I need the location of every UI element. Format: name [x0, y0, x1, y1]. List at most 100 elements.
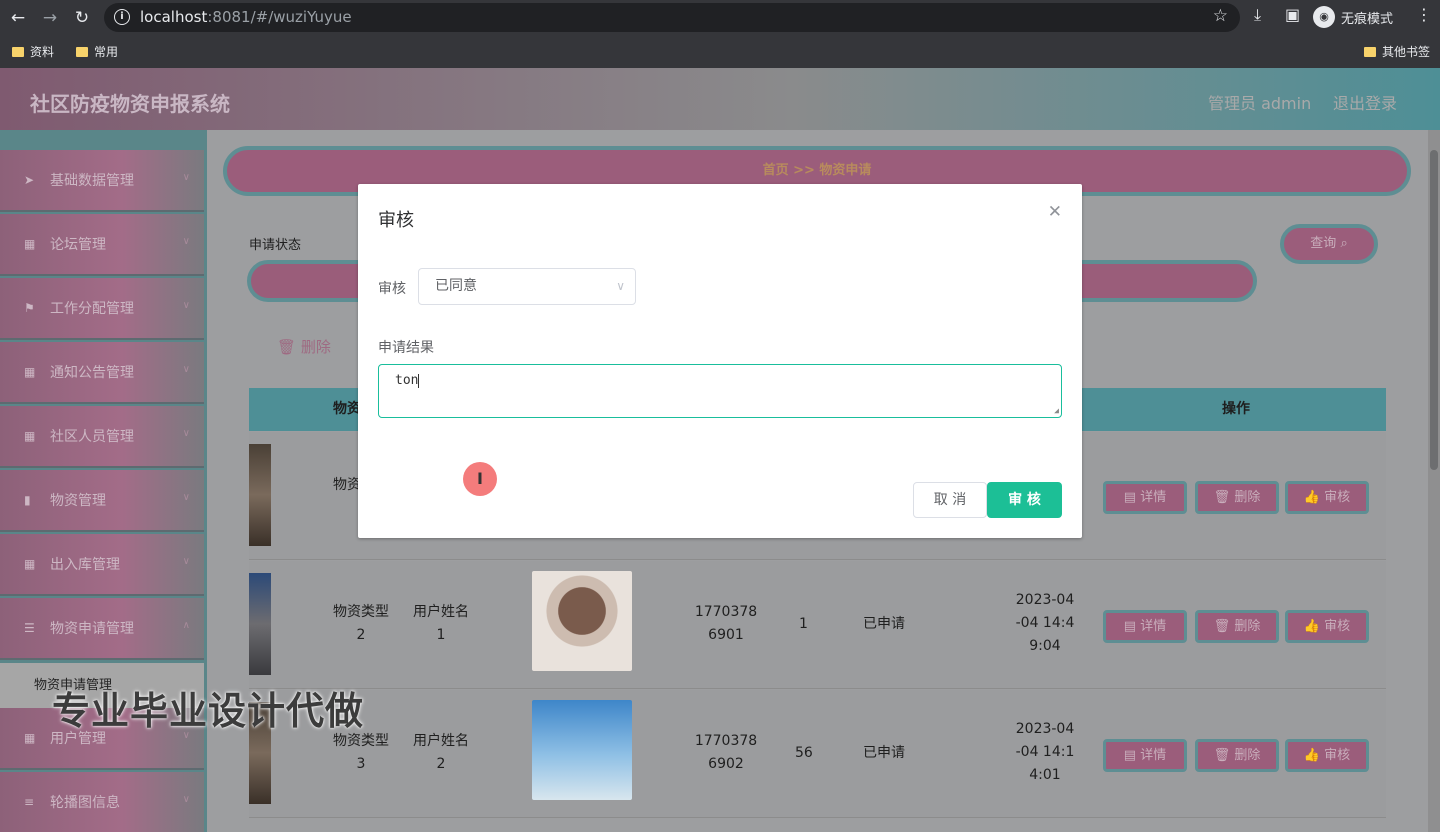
- app-header: 社区防疫物资申报系统 管理员 admin 退出登录: [0, 68, 1440, 130]
- thumb-icon: 👍: [1303, 490, 1321, 505]
- doc-icon: ▤: [1123, 490, 1137, 505]
- watermark: 专业毕业设计代做: [52, 689, 365, 733]
- chevron-down-icon: ∨: [182, 556, 190, 567]
- doc-icon: ▤: [1123, 619, 1137, 634]
- review-button[interactable]: 👍 审核: [1285, 739, 1369, 772]
- grid-icon: ▦: [24, 557, 36, 571]
- chevron-down-icon: ∨: [182, 364, 190, 375]
- resize-handle-icon[interactable]: ◢: [1054, 406, 1059, 415]
- sidebar-item-carousel[interactable]: ≡ 轮播图信息 ∨: [0, 772, 204, 832]
- url-text: localhost:8081/#/wuziYuyue: [140, 8, 352, 26]
- incognito-indicator[interactable]: ◉ 无痕模式: [1313, 5, 1393, 29]
- folder-icon: [76, 46, 88, 57]
- chevron-down-icon: ∨: [182, 236, 190, 247]
- grid-icon: ▦: [24, 429, 36, 443]
- chevron-down-icon: ∨: [616, 279, 625, 293]
- table-row: 物资类型3 用户姓名2 17703786902 56 已申请 2023-04-0…: [249, 690, 1386, 818]
- result-label: 申请结果: [378, 340, 434, 356]
- browser-menu-icon[interactable]: ⋮: [1416, 5, 1432, 24]
- sidebar-item-work[interactable]: ⚑ 工作分配管理 ∨: [0, 278, 204, 340]
- row-status: 已申请: [863, 616, 905, 632]
- confirm-review-button[interactable]: 审 核: [987, 482, 1062, 518]
- bookmark-folder[interactable]: 常用: [76, 43, 118, 60]
- column-header: 操作: [1222, 401, 1250, 417]
- row-avatar-image: [532, 700, 632, 800]
- bar-chart-icon: ▮: [24, 493, 31, 507]
- delete-button[interactable]: 🗑 删除: [1195, 739, 1279, 772]
- sidebar-item-supply-requests[interactable]: ☰ 物资申请管理 ∧: [0, 598, 204, 660]
- app-title: 社区防疫物资申报系统: [30, 92, 230, 116]
- bookmarks-bar: 资料 常用 其他书签: [0, 37, 1440, 65]
- cancel-button[interactable]: 取 消: [913, 482, 987, 518]
- trash-icon: 🗑: [1213, 619, 1231, 634]
- review-button[interactable]: 👍 审核: [1285, 610, 1369, 643]
- folder-icon: [12, 46, 24, 57]
- detail-button[interactable]: ▤ 详情: [1103, 610, 1187, 643]
- review-select[interactable]: 已同意 ∨: [418, 268, 636, 305]
- back-icon[interactable]: ←: [6, 6, 30, 30]
- sidebar-item-notice[interactable]: ▦ 通知公告管理 ∨: [0, 342, 204, 404]
- menu-icon: ≡: [24, 795, 35, 809]
- sidebar-item-inout[interactable]: ▦ 出入库管理 ∨: [0, 534, 204, 596]
- review-button[interactable]: 👍 审核: [1285, 481, 1369, 514]
- row-status: 已申请: [863, 745, 905, 761]
- chevron-up-icon: ∧: [182, 620, 190, 631]
- trash-icon: 🗑: [277, 338, 297, 356]
- trash-icon: 🗑: [1213, 490, 1231, 505]
- logout-link[interactable]: 退出登录: [1333, 90, 1397, 114]
- grid-icon: ▦: [24, 237, 36, 251]
- app: 社区防疫物资申报系统 管理员 admin 退出登录 ➤ 基础数据管理 ∨ ▦ 论坛管理…: [0, 68, 1440, 832]
- row-type: 物资类型3: [333, 733, 389, 772]
- row-count: 1: [799, 616, 808, 632]
- scrollbar-thumb[interactable]: [1430, 150, 1438, 470]
- text-cursor-icon: I: [463, 462, 497, 496]
- other-bookmarks[interactable]: 其他书签: [1364, 43, 1430, 60]
- sidebar-item-supplies[interactable]: ▮ 物资管理 ∨: [0, 470, 204, 532]
- row-image: [249, 444, 271, 546]
- detail-button[interactable]: ▤ 详情: [1103, 481, 1187, 514]
- delete-button[interactable]: 🗑 删除: [1195, 481, 1279, 514]
- page-scrollbar[interactable]: [1428, 130, 1440, 832]
- row-avatar-image: [532, 571, 632, 671]
- review-label: 审核: [378, 281, 406, 297]
- browser-chrome: ← → ↻ i localhost:8081/#/wuziYuyue ☆ ⤓ ▣…: [0, 0, 1440, 68]
- grid-icon: ▦: [24, 731, 36, 745]
- delete-button[interactable]: 🗑 删除: [1195, 610, 1279, 643]
- bookmark-folder[interactable]: 资料: [12, 43, 54, 60]
- download-icon[interactable]: ⤓: [1254, 5, 1261, 25]
- side-panel-icon[interactable]: ▣: [1285, 5, 1300, 24]
- chevron-down-icon: ∨: [182, 172, 190, 183]
- incognito-label: 无痕模式: [1341, 11, 1394, 27]
- result-textarea[interactable]: ton ◢: [378, 364, 1062, 418]
- reload-icon[interactable]: ↻: [70, 6, 94, 30]
- forward-icon[interactable]: →: [38, 6, 62, 30]
- grid-icon: ▦: [24, 365, 36, 379]
- close-icon[interactable]: ✕: [1048, 202, 1062, 222]
- row-user: 用户姓名2: [413, 733, 469, 772]
- row-type: 物资类型2: [333, 604, 389, 643]
- sidebar-item-basic-data[interactable]: ➤ 基础数据管理 ∨: [0, 150, 204, 212]
- row-count: 56: [795, 745, 813, 761]
- thumb-icon: 👍: [1303, 748, 1321, 763]
- sidebar-item-residents[interactable]: ▦ 社区人员管理 ∨: [0, 406, 204, 468]
- admin-label: 管理员 admin: [1208, 94, 1312, 113]
- browser-toolbar: ← → ↻ i localhost:8081/#/wuziYuyue ☆ ⤓ ▣…: [0, 0, 1440, 35]
- batch-delete-button[interactable]: 🗑 删除: [277, 336, 331, 357]
- search-icon: ⌕: [1340, 236, 1348, 251]
- query-button[interactable]: 查询 ⌕: [1280, 224, 1378, 264]
- chevron-down-icon: ∨: [182, 428, 190, 439]
- site-info-icon[interactable]: i: [114, 9, 130, 25]
- address-bar[interactable]: i localhost:8081/#/wuziYuyue ☆: [104, 3, 1240, 32]
- flag-icon: ⚑: [24, 301, 35, 315]
- table-row: 物资类型2 用户姓名1 17703786901 1 已申请 2023-04-04…: [249, 561, 1386, 689]
- chevron-down-icon: ∨: [182, 300, 190, 311]
- folder-icon: [1364, 46, 1376, 57]
- detail-button[interactable]: ▤ 详情: [1103, 739, 1187, 772]
- incognito-icon: ◉: [1313, 6, 1335, 28]
- text-caret: [418, 373, 420, 388]
- row-phone: 17703786901: [694, 604, 758, 643]
- column-header: 物资: [333, 401, 361, 417]
- sidebar-item-forum[interactable]: ▦ 论坛管理 ∨: [0, 214, 204, 276]
- bookmark-star-icon[interactable]: ☆: [1213, 6, 1228, 26]
- row-user: 用户姓名1: [413, 604, 469, 643]
